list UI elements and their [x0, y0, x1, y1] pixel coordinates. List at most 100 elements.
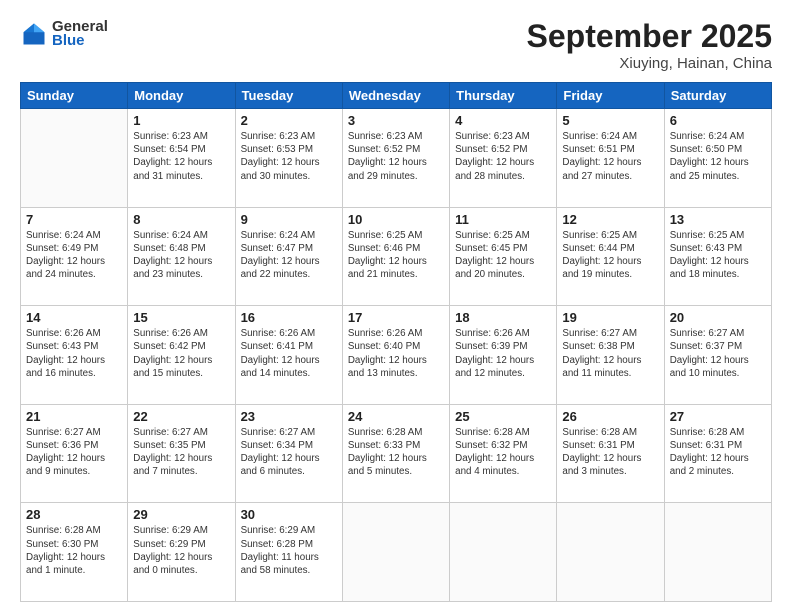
day-number: 22 [133, 409, 229, 424]
calendar-cell: 12 Sunrise: 6:25 AM Sunset: 6:44 PM Dayli… [557, 207, 664, 306]
calendar-cell: 22 Sunrise: 6:27 AM Sunset: 6:35 PM Dayli… [128, 404, 235, 503]
col-tuesday: Tuesday [235, 83, 342, 109]
calendar-cell: 13 Sunrise: 6:25 AM Sunset: 6:43 PM Dayli… [664, 207, 771, 306]
day-info: Sunrise: 6:25 AM Sunset: 6:43 PM Dayligh… [670, 229, 766, 282]
day-info: Sunrise: 6:24 AM Sunset: 6:48 PM Dayligh… [133, 229, 229, 282]
day-info: Sunrise: 6:24 AM Sunset: 6:47 PM Dayligh… [241, 229, 337, 282]
day-number: 8 [133, 212, 229, 227]
calendar-cell: 16Sunrise: 6:26 AM Sunset: 6:41 PM Dayli… [235, 306, 342, 405]
day-info: Sunrise: 6:27 AM Sunset: 6:34 PM Dayligh… [241, 426, 337, 479]
day-info: Sunrise: 6:28 AM Sunset: 6:31 PM Dayligh… [562, 426, 658, 479]
day-info: Sunrise: 6:25 AM Sunset: 6:46 PM Dayligh… [348, 229, 444, 282]
day-info: Sunrise: 6:27 AM Sunset: 6:38 PM Dayligh… [562, 327, 658, 380]
calendar-cell: 1 Sunrise: 6:23 AM Sunset: 6:54 PM Daylig… [128, 109, 235, 208]
calendar-cell: 28Sunrise: 6:28 AM Sunset: 6:30 PM Dayli… [21, 503, 128, 602]
day-info: Sunrise: 6:26 AM Sunset: 6:39 PM Dayligh… [455, 327, 551, 380]
logo-text: General Blue [52, 18, 108, 49]
calendar-cell: 15 Sunrise: 6:26 AM Sunset: 6:42 PM Dayli… [128, 306, 235, 405]
day-info: Sunrise: 6:26 AM Sunset: 6:42 PM Dayligh… [133, 327, 229, 380]
day-info: Sunrise: 6:23 AM Sunset: 6:53 PM Dayligh… [241, 130, 337, 183]
day-number: 25 [455, 409, 551, 424]
day-number: 29 [133, 507, 229, 522]
day-number: 28 [26, 507, 122, 522]
day-number: 14 [26, 310, 122, 325]
day-info: Sunrise: 6:28 AM Sunset: 6:33 PM Dayligh… [348, 426, 444, 479]
calendar-cell: 17 Sunrise: 6:26 AM Sunset: 6:40 PM Dayli… [342, 306, 449, 405]
title-location: Xiuying, Hainan, China [527, 55, 772, 72]
title-month: September 2025 [527, 18, 772, 55]
day-number: 27 [670, 409, 766, 424]
day-info: Sunrise: 6:26 AM Sunset: 6:43 PM Dayligh… [26, 327, 122, 380]
calendar-cell: 9 Sunrise: 6:24 AM Sunset: 6:47 PM Daylig… [235, 207, 342, 306]
calendar-cell: 14 Sunrise: 6:26 AM Sunset: 6:43 PM Dayli… [21, 306, 128, 405]
day-number: 17 [348, 310, 444, 325]
day-info: Sunrise: 6:24 AM Sunset: 6:50 PM Dayligh… [670, 130, 766, 183]
calendar-cell [342, 503, 449, 602]
day-info: Sunrise: 6:27 AM Sunset: 6:35 PM Dayligh… [133, 426, 229, 479]
calendar-cell: 11Sunrise: 6:25 AM Sunset: 6:45 PM Dayli… [450, 207, 557, 306]
day-info: Sunrise: 6:27 AM Sunset: 6:37 PM Dayligh… [670, 327, 766, 380]
day-info: Sunrise: 6:28 AM Sunset: 6:31 PM Dayligh… [670, 426, 766, 479]
day-info: Sunrise: 6:24 AM Sunset: 6:51 PM Dayligh… [562, 130, 658, 183]
logo-icon [20, 20, 48, 48]
day-info: Sunrise: 6:23 AM Sunset: 6:52 PM Dayligh… [348, 130, 444, 183]
page: General Blue September 2025 Xiuying, Hai… [0, 0, 792, 612]
calendar-cell: 30Sunrise: 6:29 AM Sunset: 6:28 PM Dayli… [235, 503, 342, 602]
day-number: 18 [455, 310, 551, 325]
calendar-cell: 29 Sunrise: 6:29 AM Sunset: 6:29 PM Dayli… [128, 503, 235, 602]
day-number: 5 [562, 113, 658, 128]
day-number: 19 [562, 310, 658, 325]
col-saturday: Saturday [664, 83, 771, 109]
day-number: 3 [348, 113, 444, 128]
day-info: Sunrise: 6:28 AM Sunset: 6:32 PM Dayligh… [455, 426, 551, 479]
calendar-cell: 20Sunrise: 6:27 AM Sunset: 6:37 PM Dayli… [664, 306, 771, 405]
day-number: 9 [241, 212, 337, 227]
calendar-cell: 24Sunrise: 6:28 AM Sunset: 6:33 PM Dayli… [342, 404, 449, 503]
calendar-cell: 5 Sunrise: 6:24 AM Sunset: 6:51 PM Daylig… [557, 109, 664, 208]
calendar-cell: 25 Sunrise: 6:28 AM Sunset: 6:32 PM Dayli… [450, 404, 557, 503]
logo: General Blue [20, 18, 108, 49]
calendar-cell: 10 Sunrise: 6:25 AM Sunset: 6:46 PM Dayli… [342, 207, 449, 306]
col-friday: Friday [557, 83, 664, 109]
day-info: Sunrise: 6:25 AM Sunset: 6:44 PM Dayligh… [562, 229, 658, 282]
col-monday: Monday [128, 83, 235, 109]
day-number: 10 [348, 212, 444, 227]
calendar-cell [557, 503, 664, 602]
day-info: Sunrise: 6:26 AM Sunset: 6:40 PM Dayligh… [348, 327, 444, 380]
day-number: 15 [133, 310, 229, 325]
day-number: 21 [26, 409, 122, 424]
col-sunday: Sunday [21, 83, 128, 109]
day-number: 6 [670, 113, 766, 128]
day-info: Sunrise: 6:25 AM Sunset: 6:45 PM Dayligh… [455, 229, 551, 282]
calendar-cell: 19 Sunrise: 6:27 AM Sunset: 6:38 PM Dayli… [557, 306, 664, 405]
calendar-table: Sunday Monday Tuesday Wednesday Thursday… [20, 82, 772, 602]
day-number: 12 [562, 212, 658, 227]
calendar-cell: 3 Sunrise: 6:23 AM Sunset: 6:52 PM Daylig… [342, 109, 449, 208]
calendar-cell [450, 503, 557, 602]
day-info: Sunrise: 6:29 AM Sunset: 6:29 PM Dayligh… [133, 524, 229, 577]
day-number: 7 [26, 212, 122, 227]
col-thursday: Thursday [450, 83, 557, 109]
calendar-cell: 7Sunrise: 6:24 AM Sunset: 6:49 PM Daylig… [21, 207, 128, 306]
calendar-cell: 23 Sunrise: 6:27 AM Sunset: 6:34 PM Dayli… [235, 404, 342, 503]
calendar-cell: 2Sunrise: 6:23 AM Sunset: 6:53 PM Daylig… [235, 109, 342, 208]
day-number: 23 [241, 409, 337, 424]
calendar-week-row: 28Sunrise: 6:28 AM Sunset: 6:30 PM Dayli… [21, 503, 772, 602]
day-number: 1 [133, 113, 229, 128]
day-number: 4 [455, 113, 551, 128]
day-number: 13 [670, 212, 766, 227]
day-number: 30 [241, 507, 337, 522]
day-info: Sunrise: 6:27 AM Sunset: 6:36 PM Dayligh… [26, 426, 122, 479]
calendar-cell: 4Sunrise: 6:23 AM Sunset: 6:52 PM Daylig… [450, 109, 557, 208]
calendar-week-row: 1 Sunrise: 6:23 AM Sunset: 6:54 PM Daylig… [21, 109, 772, 208]
header: General Blue September 2025 Xiuying, Hai… [20, 18, 772, 72]
day-info: Sunrise: 6:23 AM Sunset: 6:54 PM Dayligh… [133, 130, 229, 183]
calendar-week-row: 21 Sunrise: 6:27 AM Sunset: 6:36 PM Dayli… [21, 404, 772, 503]
calendar-cell: 18 Sunrise: 6:26 AM Sunset: 6:39 PM Dayli… [450, 306, 557, 405]
day-info: Sunrise: 6:26 AM Sunset: 6:41 PM Dayligh… [241, 327, 337, 380]
col-wednesday: Wednesday [342, 83, 449, 109]
calendar-cell: 8 Sunrise: 6:24 AM Sunset: 6:48 PM Daylig… [128, 207, 235, 306]
day-number: 26 [562, 409, 658, 424]
calendar-cell: 6 Sunrise: 6:24 AM Sunset: 6:50 PM Daylig… [664, 109, 771, 208]
calendar-cell: 27 Sunrise: 6:28 AM Sunset: 6:31 PM Dayli… [664, 404, 771, 503]
